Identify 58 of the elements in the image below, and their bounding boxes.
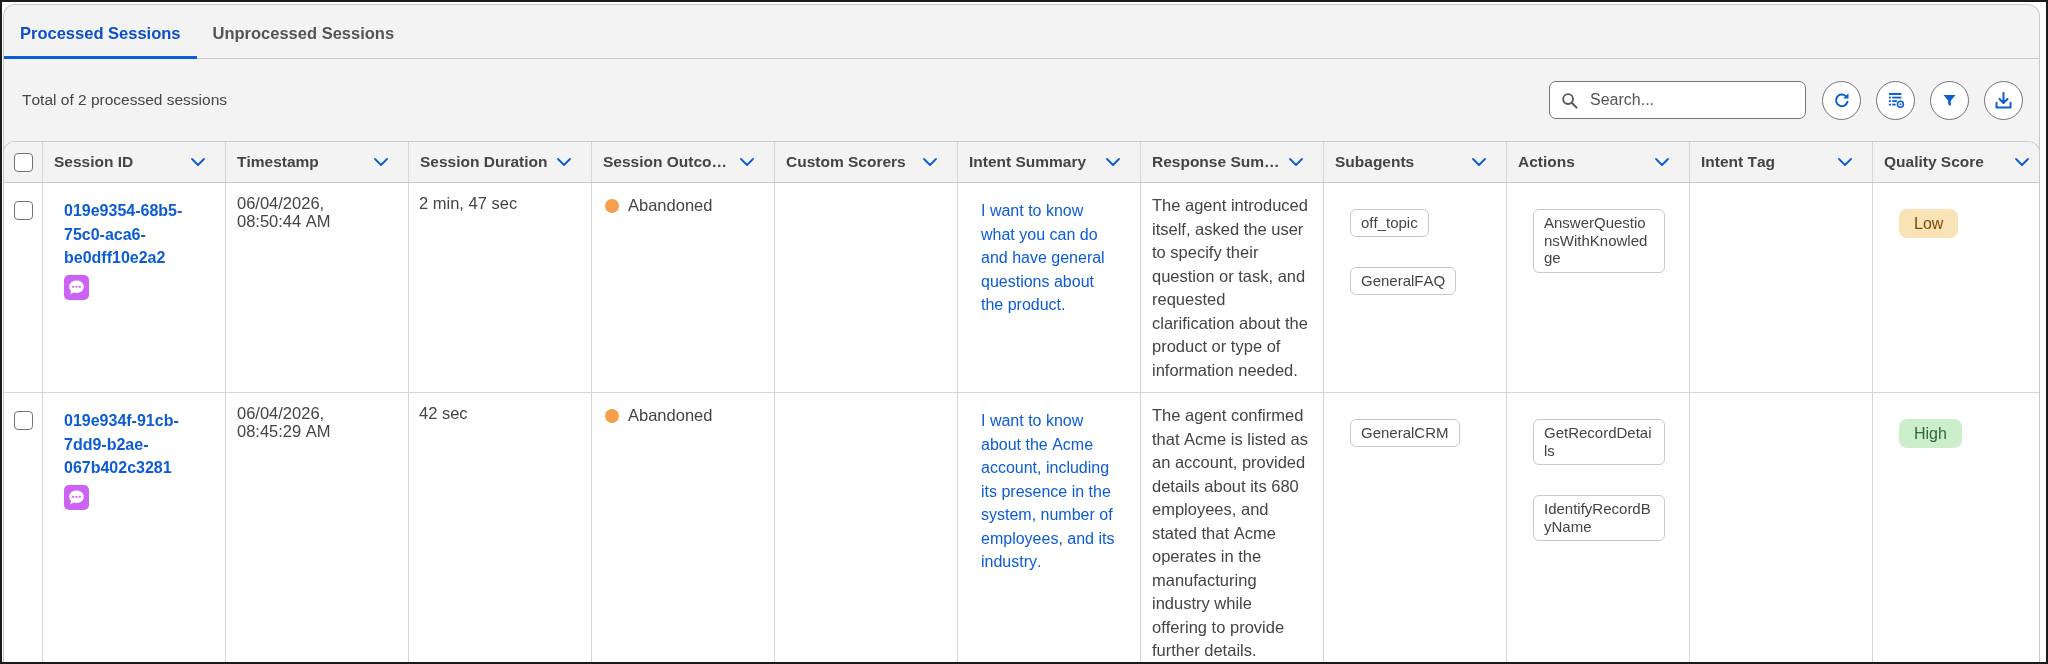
- refresh-button[interactable]: [1822, 80, 1861, 120]
- column-header: Subagents: [1335, 153, 1415, 171]
- action-tag: AnswerQuestionsWithKnowledge: [1533, 209, 1665, 273]
- duration-text: 2 min, 47 sec: [419, 194, 519, 212]
- column-header: Intent Summary: [969, 153, 1087, 171]
- tab[interactable]: Unprocessed Sessions: [196, 5, 411, 59]
- download-icon: [1993, 89, 2014, 111]
- column-header: Timestamp: [237, 153, 319, 171]
- chevron-down-icon[interactable]: [1472, 158, 1486, 166]
- session-id-link[interactable]: 019e934f-91cb-7dd9-b2ae-067b402c3281: [64, 409, 204, 480]
- chevron-down-icon[interactable]: [1106, 158, 1120, 166]
- chat-bubble-icon: [64, 484, 89, 510]
- chevron-down-icon[interactable]: [557, 158, 571, 166]
- duration-text: 42 sec: [419, 404, 469, 422]
- filter-icon: [1943, 93, 1956, 107]
- chevron-down-icon[interactable]: [2015, 158, 2029, 166]
- search-field[interactable]: Search...: [1549, 81, 1806, 119]
- chevron-down-icon[interactable]: [374, 158, 388, 166]
- response-summary-text: The agent introduced itself, asked the user to specify their question or task, and requested clarification about the product or type of information needed.: [1152, 195, 1309, 381]
- checkbox[interactable]: [13, 152, 33, 172]
- column-header: Session Duration: [420, 153, 548, 171]
- outcome-text: Abandoned: [628, 405, 713, 426]
- column-header: Intent Tag: [1701, 153, 1776, 171]
- download-button[interactable]: [1984, 80, 2023, 120]
- checkbox[interactable]: [13, 201, 33, 220]
- table-settings-button[interactable]: [1876, 80, 1915, 120]
- subagent-tag: GeneralFAQ: [1350, 267, 1457, 295]
- subagent-tag: GeneralCRM: [1350, 419, 1460, 447]
- timestamp-text: 06/04/2026, 08:50:44 AM: [237, 194, 332, 230]
- column-header: Session Outco…: [603, 153, 728, 171]
- quality-badge: Low: [1899, 209, 1959, 238]
- subagent-tag: off_topic: [1350, 209, 1429, 237]
- action-tag: GetRecordDetails: [1533, 419, 1665, 465]
- chat-bubble-icon: [64, 274, 89, 300]
- chevron-down-icon[interactable]: [923, 158, 937, 166]
- column-header: Quality Score: [1884, 153, 1984, 171]
- response-summary-text: The agent confirmed that Acme is listed as an account, provided details about its 680 employees, and stated that Acme operates in the manufacturing industry while offering to provide further details.: [1152, 405, 1309, 661]
- timestamp-text: 06/04/2026, 08:45:29 AM: [237, 404, 332, 440]
- chevron-down-icon[interactable]: [191, 158, 205, 166]
- checkbox[interactable]: [13, 411, 33, 430]
- outcome-text: Abandoned: [628, 195, 713, 216]
- intent-summary-link[interactable]: I want to know about the Acme account, including its presence in the system, number of employees, and its industry.: [981, 409, 1118, 574]
- chevron-down-icon[interactable]: [1289, 158, 1303, 166]
- session-count-text: Total of 2 processed sessions: [22, 91, 228, 109]
- chevron-down-icon[interactable]: [1838, 158, 1852, 166]
- session-id-link[interactable]: 019e9354-68b5-75c0-aca6-be0dff10e2a2: [64, 199, 204, 270]
- column-header: Actions: [1518, 153, 1575, 171]
- column-header: Response Sum…: [1152, 153, 1280, 171]
- intent-summary-link[interactable]: I want to know what you can do and have general questions about the product.: [981, 199, 1118, 317]
- column-header: Custom Scorers: [786, 153, 906, 171]
- filter-button[interactable]: [1930, 80, 1969, 120]
- quality-badge: High: [1899, 419, 1962, 448]
- column-header: Session ID: [54, 153, 134, 171]
- chevron-down-icon[interactable]: [740, 158, 754, 166]
- tab[interactable]: Processed Sessions: [4, 5, 197, 59]
- action-tag: IdentifyRecordByName: [1533, 495, 1665, 541]
- chevron-down-icon[interactable]: [1655, 158, 1669, 166]
- search-icon: [1561, 91, 1578, 109]
